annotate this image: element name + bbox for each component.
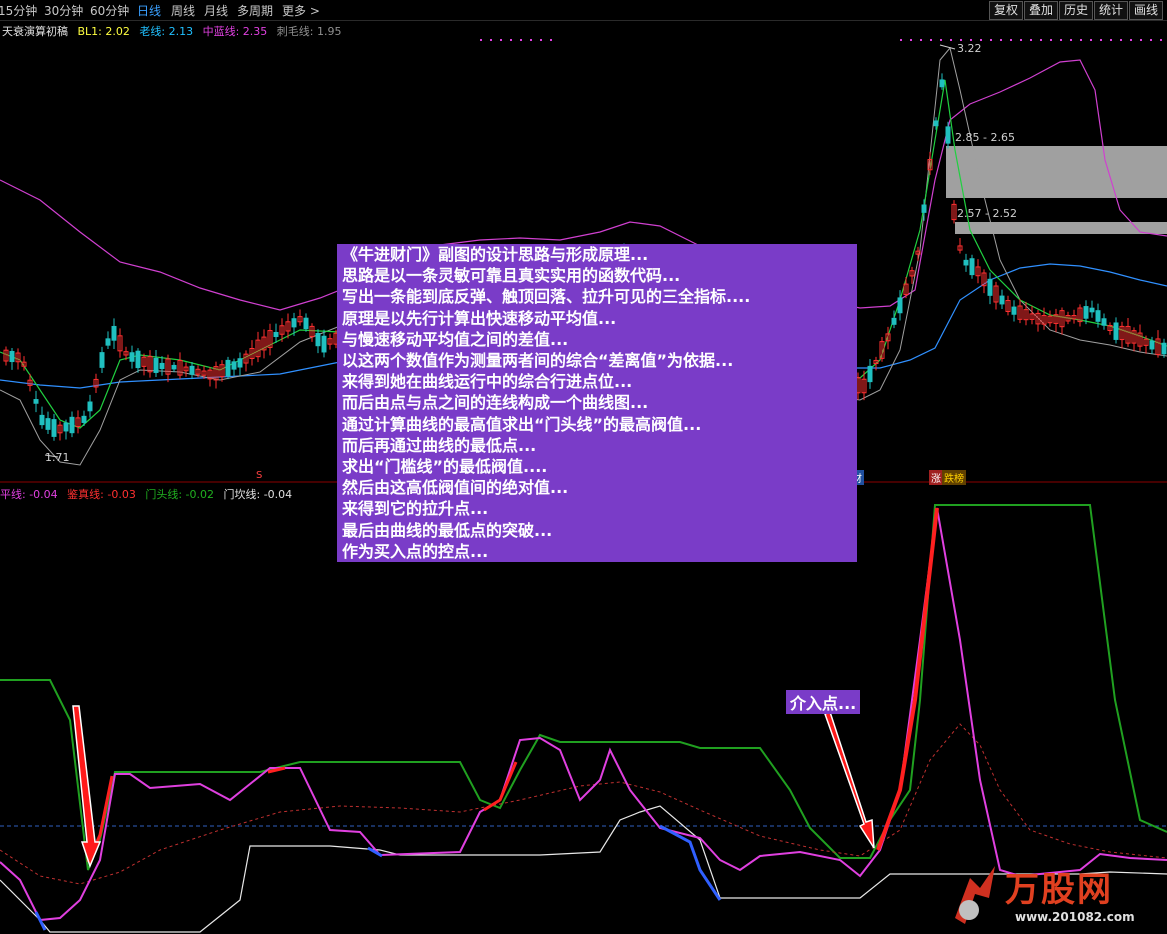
candle-body <box>321 335 327 353</box>
candle-body <box>225 359 231 377</box>
candle-body <box>171 364 177 370</box>
candle-body <box>891 317 897 325</box>
high-price-label: 3.22 <box>957 42 982 55</box>
candle-body <box>1161 342 1167 355</box>
sub-chart-legend: 平线: -0.04 鉴真线: -0.03 门头线: -0.02 门坎线: -0.… <box>0 486 298 502</box>
high-price-leader <box>939 44 956 50</box>
candle-body <box>291 318 297 328</box>
watermark-logo: 万股网 www.201082.com <box>945 858 1167 934</box>
candle-body <box>273 331 279 338</box>
explanation-line: 而后由点与点之间的连线构成一个曲线图... <box>342 393 649 413</box>
candle-body <box>1101 318 1107 326</box>
candle-body <box>33 399 39 404</box>
candle-body <box>1113 322 1119 340</box>
candle-body <box>999 295 1005 305</box>
explanation-overlay: 《牛进财门》副图的设计思路与形成原理... 思路是以一条灵敏可靠且真实实用的函数… <box>337 244 857 563</box>
candle-body <box>153 357 159 373</box>
legend-pingxian: 平线: -0.04 <box>0 488 58 501</box>
candle-body <box>111 325 117 341</box>
candle-body <box>867 365 873 383</box>
explanation-line: 《牛进财门》副图的设计思路与形成原理... <box>342 245 649 264</box>
candle-body <box>189 365 195 375</box>
falling-segment-1 <box>34 911 47 931</box>
candle-body <box>237 358 243 368</box>
legend-jianzhen: 鉴真线: -0.03 <box>67 488 136 501</box>
candle-body <box>45 418 51 430</box>
s-marker[interactable]: S <box>254 470 264 481</box>
rise-marker[interactable]: 涨 <box>929 470 943 485</box>
explanation-line: 而后再通过曲线的最低点... <box>342 435 537 455</box>
bull-logo-icon <box>955 866 995 924</box>
entry-point-annotation: 介入点... <box>786 690 861 714</box>
candle-body <box>9 350 15 363</box>
candle-body <box>315 332 321 347</box>
explanation-line: 以这两个数值作为测量两者间的综合“差离值”为依据... <box>342 351 734 371</box>
explanation-line: 通过计算曲线的最高值求出“门头线”的最高阀值... <box>342 414 702 434</box>
explanation-line: 来得到她在曲线运行中的综合行进点位... <box>342 372 633 392</box>
legend-mentou: 门头线: -0.02 <box>145 488 215 501</box>
price-gap-box-2 <box>955 222 1167 234</box>
candle-body <box>51 419 57 437</box>
candle-body <box>39 414 45 426</box>
candle-body <box>69 416 75 434</box>
explanation-line: 与慢速移动平均值之间的差值... <box>342 329 569 349</box>
candle-body <box>231 361 237 370</box>
rising-segment-4 <box>876 507 939 851</box>
gap-label-2: 2.57 - 2.52 <box>957 207 1017 220</box>
candle-body <box>939 79 945 88</box>
watermark-url: www.201082.com <box>1015 910 1135 924</box>
candle-body <box>1149 340 1155 350</box>
candle-body <box>969 258 975 276</box>
candle-body <box>1089 307 1095 313</box>
candle-body <box>99 352 105 368</box>
candle-body <box>921 204 927 213</box>
candle-body <box>933 120 939 127</box>
candle-body <box>63 422 69 432</box>
explanation-line: 最后由曲线的最低点的突破... <box>342 520 553 540</box>
candle-body <box>87 401 93 412</box>
candle-body <box>897 297 903 314</box>
explanation-line: 思路是以一条灵敏可靠且真实实用的函数代码... <box>342 266 681 286</box>
candle-body <box>135 350 141 369</box>
candle-body <box>987 278 993 296</box>
list-marker[interactable]: 跌榜 <box>942 470 966 485</box>
candle-body <box>129 352 135 362</box>
low-price-label: 1.71 <box>45 451 70 464</box>
explanation-line: 然后由这高低阀值间的绝对值... <box>342 478 569 498</box>
candle-body <box>1083 306 1089 319</box>
explanation-line: 原理是以先行计算出快速移动平均值... <box>342 308 617 328</box>
candle-body <box>81 415 87 423</box>
explanation-line: 写出一条能到底反弹、触顶回落、拉升可见的三全指标.... <box>342 287 751 307</box>
price-gap-box-1 <box>946 146 1167 198</box>
candle-body <box>1095 310 1101 322</box>
explanation-line: 作为买入点的控点... <box>342 541 489 561</box>
candle-body <box>303 317 309 330</box>
candle-body <box>1011 306 1017 315</box>
candle-body <box>945 126 951 144</box>
watermark-name: 万股网 <box>1005 870 1113 910</box>
falling-segment-2 <box>659 824 722 901</box>
explanation-line: 求出“门槛线”的最低阀值.... <box>342 457 548 477</box>
explanation-line: 来得到它的拉升点... <box>342 499 489 519</box>
buy-arrow-2 <box>824 711 875 849</box>
candle-body <box>963 259 969 266</box>
candle-body <box>159 362 165 370</box>
candle-body <box>105 338 111 346</box>
legend-menkan: 门坎线: -0.04 <box>223 488 293 501</box>
gap-label-1: 2.85 - 2.65 <box>955 131 1015 144</box>
